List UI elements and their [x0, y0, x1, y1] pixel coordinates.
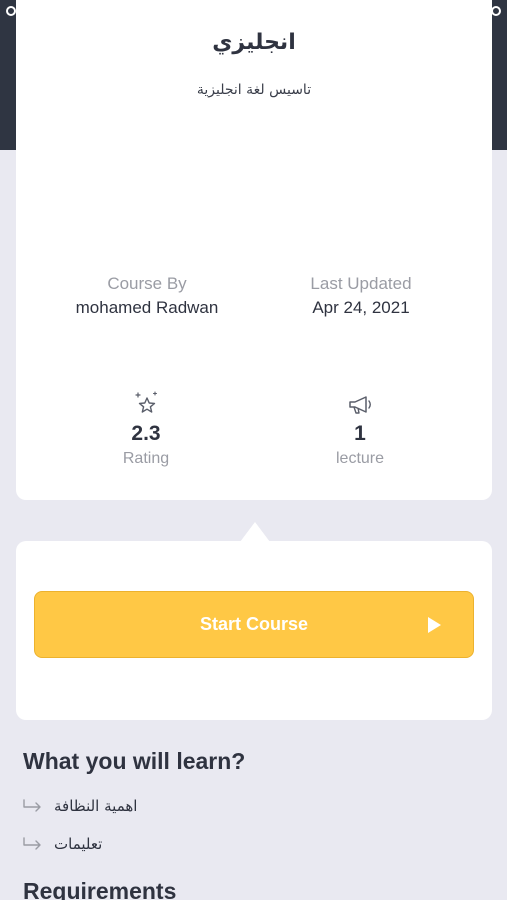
last-updated-block: Last Updated Apr 24, 2021	[242, 274, 480, 318]
what-you-will-learn-heading: What you will learn?	[23, 748, 246, 774]
start-course-label: Start Course	[199, 614, 309, 634]
course-subtitle: تاسيس لغة انجليزية	[196, 82, 312, 98]
course-by-label: Course By	[107, 274, 187, 293]
rating-stat: 2.3 Rating	[46, 390, 246, 468]
course-author-name: mohamed Radwan	[75, 298, 219, 317]
last-updated-label: Last Updated	[310, 274, 412, 293]
start-course-card: Start Course	[16, 541, 492, 720]
requirements-heading: Requirements	[23, 878, 177, 900]
rating-label: Rating	[122, 450, 170, 467]
learn-item-text: تعليمات	[54, 835, 103, 853]
megaphone-icon	[349, 396, 371, 414]
lecture-count: 1	[354, 422, 366, 445]
card-pointer	[240, 522, 270, 542]
learn-list-item: اهمية النظافة	[22, 794, 137, 818]
return-arrow-icon	[23, 799, 41, 812]
course-author-block: Course By mohamed Radwan	[28, 274, 266, 318]
course-title: انجليزي	[212, 30, 296, 55]
status-indicator-icon	[491, 6, 501, 16]
last-updated-date: Apr 24, 2021	[312, 298, 410, 317]
play-icon	[428, 617, 441, 633]
sparkle-star-icon	[135, 391, 158, 413]
lecture-stat: 1 lecture	[260, 390, 460, 468]
learn-item-text: اهمية النظافة	[54, 797, 138, 815]
start-course-button[interactable]: Start Course	[34, 591, 474, 658]
lecture-label: lecture	[335, 450, 385, 467]
course-info-card: انجليزي تاسيس لغة انجليزية Course By moh…	[16, 0, 492, 500]
rating-value: 2.3	[131, 422, 161, 445]
learn-list-item: تعليمات	[22, 832, 102, 856]
return-arrow-icon	[23, 837, 41, 850]
status-indicator-icon	[6, 6, 16, 16]
